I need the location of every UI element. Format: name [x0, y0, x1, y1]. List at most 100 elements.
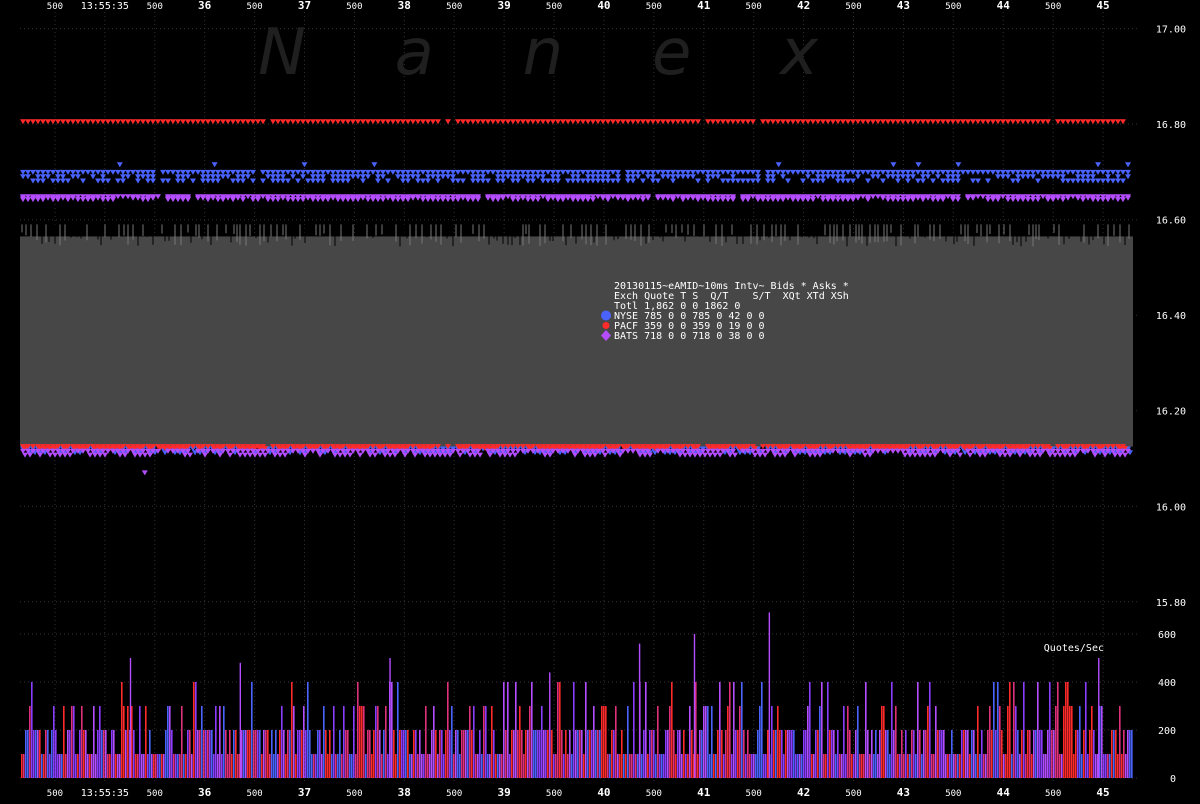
rate-bar: [585, 682, 587, 778]
nyse-ask-mark: [505, 174, 511, 180]
bats-ask-mark: [95, 195, 101, 201]
pacf-ask-mark: [490, 119, 496, 125]
nyse-ask-mark: [605, 178, 611, 184]
rate-bar: [705, 706, 707, 778]
nyse-ask-mark: [415, 174, 421, 180]
pacf-ask-mark: [80, 119, 86, 125]
bats-ask-mark: [120, 194, 126, 200]
bats-ask-mark: [1115, 197, 1121, 203]
bats-bid-mark: [67, 452, 73, 458]
nyse-ask-mark: [30, 169, 36, 175]
rate-bar: [669, 706, 671, 778]
rate-bar: [447, 682, 449, 778]
nyse-ask-mark: [750, 178, 756, 184]
nyse-ask-mark: [110, 169, 116, 175]
bats-ask-mark: [400, 197, 406, 203]
x-tick-label: 40: [597, 0, 610, 12]
nyse-ask-mark: [375, 174, 381, 180]
nyse-ask-mark: [140, 169, 146, 175]
rate-bar: [235, 730, 237, 778]
pacf-ask-mark: [40, 119, 46, 125]
rate-bar: [127, 706, 129, 778]
rate-bar: [431, 730, 433, 778]
rate-bar: [185, 754, 187, 778]
pacf-ask-mark: [575, 119, 581, 125]
nyse-ask-mark: [215, 178, 221, 184]
pacf-ask-mark: [1100, 119, 1106, 125]
bats-bid-mark: [732, 452, 738, 458]
x-tick-label: 39: [498, 0, 511, 12]
nyse-ask-mark: [315, 178, 321, 184]
bats-ask-mark: [1070, 194, 1076, 200]
nyse-ask-mark: [915, 178, 921, 184]
pacf-ask-mark: [925, 119, 931, 125]
nyse-ask-mark: [520, 174, 526, 180]
nyse-ask-mark: [345, 174, 351, 180]
nyse-ask-mark: [135, 178, 141, 184]
bats-ask-mark: [35, 197, 41, 203]
nyse-ask-mark: [540, 169, 546, 175]
bats-bid-mark: [57, 452, 63, 458]
pacf-ask-mark: [205, 119, 211, 125]
rate-bar: [317, 730, 319, 778]
nyse-ask-mark: [245, 169, 251, 175]
rate-bar: [697, 754, 699, 778]
rate-bar: [487, 754, 489, 778]
nyse-ask-mark: [330, 169, 336, 175]
rate-bar: [791, 730, 793, 778]
rate-bar: [1049, 682, 1051, 778]
bats-bid-mark: [907, 452, 913, 458]
rate-bar: [687, 754, 689, 778]
pacf-ask-mark: [215, 119, 221, 125]
rate-bar: [871, 730, 873, 778]
nyse-ask-mark: [590, 169, 596, 175]
nyse-ask-mark: [875, 169, 881, 175]
nyse-ask-mark: [530, 174, 536, 180]
rate-bar: [135, 754, 137, 778]
nyse-ask-mark: [690, 169, 696, 175]
rate-bar: [613, 730, 615, 778]
nyse-ask-mark: [865, 178, 871, 184]
nyse-ask-mark: [1030, 169, 1036, 175]
nyse-ask-mark: [530, 178, 536, 184]
pacf-ask-mark: [510, 119, 516, 125]
pacf-ask-mark: [430, 119, 436, 125]
nyse-ask-mark: [975, 178, 981, 184]
bats-ask-mark: [65, 197, 71, 203]
nyse-ask-mark: [590, 174, 596, 180]
x-tick-label: 500: [646, 789, 662, 799]
bats-ask-mark: [935, 197, 941, 203]
bats-bid-mark: [1037, 452, 1043, 458]
rate-bar: [451, 706, 453, 778]
rate-bar: [255, 730, 257, 778]
rate-bar: [1005, 754, 1007, 778]
nyse-ask-mark: [585, 169, 591, 175]
rate-bar: [137, 754, 139, 778]
nyse-ask-mark: [795, 169, 801, 175]
rate-bar: [233, 730, 235, 778]
nyse-ask-mark: [970, 169, 976, 175]
nyse-ask-mark: [320, 178, 326, 184]
bats-ask-mark: [1045, 197, 1051, 203]
bats-bid-mark: [302, 452, 308, 458]
bats-ask-mark: [125, 194, 131, 200]
pacf-ask-mark: [130, 119, 136, 125]
rate-bar: [417, 754, 419, 778]
pacf-ask-mark: [850, 119, 856, 125]
nyse-ask-mark: [275, 178, 281, 184]
rate-bar: [651, 730, 653, 778]
rate-bar: [25, 730, 27, 778]
rate-bar: [527, 730, 529, 778]
rate-bar: [443, 754, 445, 778]
pacf-ask-mark: [190, 119, 196, 125]
rate-bar: [959, 754, 961, 778]
bats-ask-mark: [430, 197, 436, 203]
x-tick-label: 45: [1096, 0, 1109, 12]
nyse-ask-mark: [35, 169, 41, 175]
nyse-ask-mark: [720, 169, 726, 175]
nyse-ask-mark: [490, 169, 496, 175]
rate-bar: [163, 754, 165, 778]
rate-bar: [445, 730, 447, 778]
rate-bar: [893, 730, 895, 778]
rate-bar: [833, 730, 835, 778]
